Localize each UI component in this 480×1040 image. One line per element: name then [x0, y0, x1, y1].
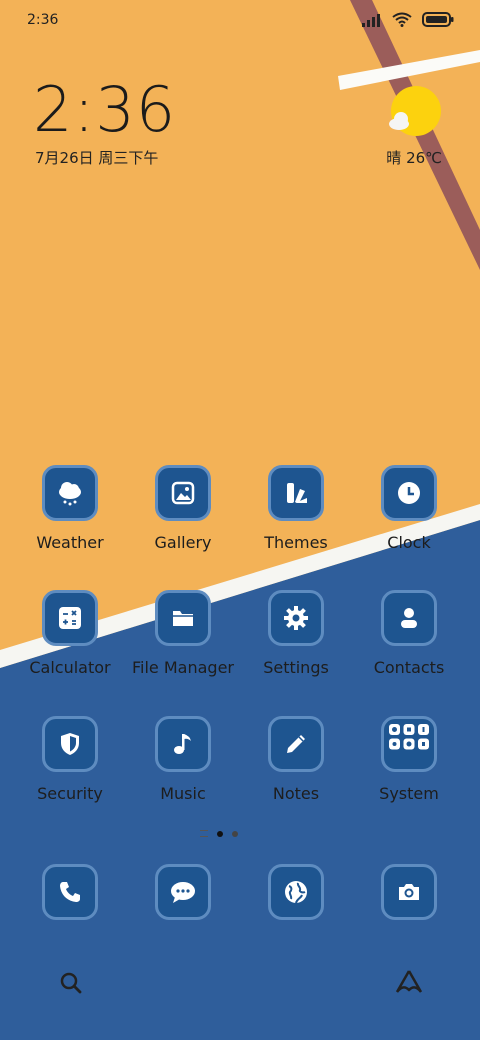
palette-icon: [287, 483, 307, 503]
app-tile[interactable]: [42, 716, 98, 772]
app-label: Themes: [264, 533, 328, 552]
app-tile[interactable]: [268, 716, 324, 772]
sun-cloud-icon[interactable]: [386, 85, 444, 145]
app-label: Music: [160, 784, 206, 803]
app-label: Notes: [272, 784, 320, 803]
app-tile[interactable]: [381, 590, 437, 646]
app-label: File Manager: [132, 658, 234, 677]
battery-icon: [422, 12, 454, 27]
status-time: 2:36: [27, 12, 59, 28]
app-tile[interactable]: [268, 465, 324, 521]
camera-icon: [399, 884, 419, 900]
app-tile[interactable]: [381, 864, 437, 920]
dock-camera[interactable]: [353, 864, 465, 920]
weather-summary: 晴 26℃: [386, 149, 442, 167]
pencil-icon: [287, 735, 305, 753]
app-calculator[interactable]: Calculator: [14, 590, 126, 677]
gear-icon: [284, 606, 308, 630]
app-file-manager[interactable]: File Manager: [127, 590, 239, 677]
app-tile[interactable]: [268, 864, 324, 920]
dock-phone[interactable]: [14, 864, 126, 920]
app-tile[interactable]: [381, 465, 437, 521]
app-label: Clock: [387, 533, 431, 552]
app-tile[interactable]: [42, 465, 98, 521]
person-icon: [401, 608, 417, 628]
app-contacts[interactable]: Contacts: [353, 590, 465, 677]
folder-icon: [173, 611, 193, 626]
app-label: Weather: [36, 533, 104, 552]
app-label: System: [379, 784, 439, 803]
clock-icon: [398, 482, 420, 504]
shield-icon: [61, 733, 79, 755]
status-bar: 2:36: [0, 0, 480, 40]
clock-widget-date: 7月26日 周三下午: [35, 149, 159, 167]
phone-icon: [60, 882, 80, 902]
app-label: Security: [37, 784, 103, 803]
image-icon: [171, 481, 195, 505]
app-tile[interactable]: [155, 590, 211, 646]
dock-messages[interactable]: [127, 864, 239, 920]
page-indicator-list[interactable]: [200, 830, 208, 837]
app-tile[interactable]: [268, 590, 324, 646]
app-weather[interactable]: Weather: [14, 465, 126, 552]
app-tile[interactable]: [381, 716, 437, 772]
app-tile[interactable]: [155, 864, 211, 920]
app-label: Settings: [263, 658, 329, 677]
globe-icon: [285, 881, 307, 904]
folder-grid-icon: [389, 724, 429, 750]
search-bar[interactable]: [38, 960, 442, 1004]
app-notes[interactable]: Notes: [240, 716, 352, 803]
app-themes[interactable]: Themes: [240, 465, 352, 552]
app-settings[interactable]: Settings: [240, 590, 352, 677]
app-label: Gallery: [154, 533, 212, 552]
app-tile[interactable]: [42, 590, 98, 646]
search-icon[interactable]: [58, 970, 84, 996]
app-music[interactable]: Music: [127, 716, 239, 803]
app-clock[interactable]: Clock: [353, 465, 465, 552]
page-indicator[interactable]: [200, 830, 238, 837]
app-gallery[interactable]: Gallery: [127, 465, 239, 552]
calculator-icon: [59, 607, 81, 629]
message-icon: [171, 882, 195, 903]
dock-browser[interactable]: [240, 864, 352, 920]
app-tile[interactable]: [155, 716, 211, 772]
app-tile[interactable]: [155, 465, 211, 521]
signal-icon: [362, 13, 380, 27]
app-label: Calculator: [29, 658, 111, 677]
app-system-folder[interactable]: System: [353, 716, 465, 803]
app-security[interactable]: Security: [14, 716, 126, 803]
wifi-icon: [392, 12, 412, 27]
cloud-snow-icon: [59, 482, 81, 506]
clock-widget-time[interactable]: 2:36: [33, 78, 176, 142]
page-indicator-dot[interactable]: [232, 830, 238, 837]
assistant-icon[interactable]: [394, 968, 424, 996]
app-tile[interactable]: [42, 864, 98, 920]
app-label: Contacts: [373, 658, 445, 677]
music-note-icon: [174, 734, 191, 754]
page-indicator-dot-active[interactable]: [217, 830, 223, 837]
